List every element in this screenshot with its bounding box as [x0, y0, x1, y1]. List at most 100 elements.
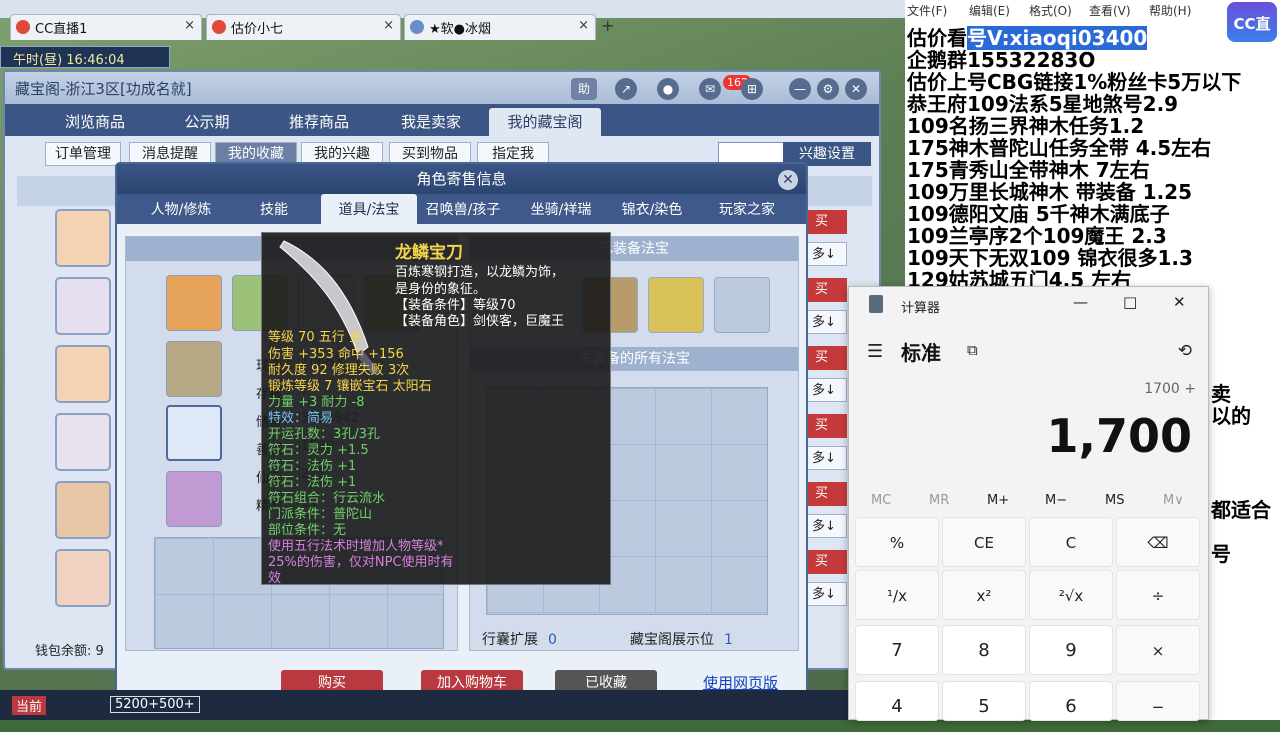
tab-pets[interactable]: 召唤兽/孩子: [417, 194, 509, 224]
memory-store-button[interactable]: MS: [1105, 493, 1124, 508]
memory-recall-button[interactable]: MR: [929, 493, 949, 508]
equipment-slot[interactable]: [166, 341, 222, 397]
settings-icon[interactable]: ⚙: [817, 78, 839, 100]
clear-entry-key[interactable]: CE: [942, 517, 1026, 567]
magic-slot[interactable]: [714, 277, 770, 333]
equipment-slot-selected[interactable]: [166, 405, 222, 461]
avatar[interactable]: [55, 413, 111, 471]
menu-edit[interactable]: 编辑(E): [969, 2, 1010, 19]
row-buy-button[interactable]: 买: [807, 414, 847, 438]
item-skill: 25%的伤害，仅对NPC使用时有: [268, 555, 454, 570]
current-status[interactable]: 当前: [12, 696, 47, 715]
square-key[interactable]: x²: [942, 570, 1026, 620]
digit-7-key[interactable]: 7: [855, 625, 939, 675]
tab-character[interactable]: 人物/修炼: [131, 194, 231, 224]
nav-public[interactable]: 公示期: [151, 108, 263, 136]
note-fragment[interactable]: 号: [1211, 538, 1231, 567]
tab-skills[interactable]: 技能: [231, 194, 317, 224]
close-icon[interactable]: ×: [578, 18, 589, 33]
clear-key[interactable]: C: [1029, 517, 1113, 567]
row-more-dropdown[interactable]: 多↓: [807, 378, 847, 402]
sqrt-key[interactable]: ²√x: [1029, 570, 1113, 620]
tab-items[interactable]: 道具/法宝: [321, 194, 417, 224]
memory-add-button[interactable]: M+: [987, 493, 1009, 508]
avatar[interactable]: [55, 481, 111, 539]
row-buy-button[interactable]: 买: [807, 210, 847, 234]
tab-mounts[interactable]: 坐骑/祥瑞: [511, 194, 611, 224]
row-buy-button[interactable]: 买: [807, 482, 847, 506]
equipment-slot[interactable]: [166, 471, 222, 527]
minimize-icon[interactable]: —: [789, 78, 811, 100]
menu-help[interactable]: 帮助(H): [1149, 2, 1191, 19]
browser-tab-estimate[interactable]: 估价小七 ×: [206, 14, 401, 40]
maximize-button[interactable]: □: [1123, 293, 1137, 311]
display-slots: 藏宝阁展示位 1: [630, 629, 733, 649]
avatar[interactable]: [55, 345, 111, 403]
menu-format[interactable]: 格式(O): [1029, 2, 1072, 19]
taskbar-value: 5200+500+: [110, 696, 200, 713]
browser-tab-cc[interactable]: CC直播1 ×: [10, 14, 202, 40]
tab-label: ★软●冰烟: [429, 22, 491, 37]
nav-recommend[interactable]: 推荐商品: [263, 108, 375, 136]
nav-my-cbg[interactable]: 我的藏宝阁: [489, 108, 601, 136]
help-button[interactable]: 助: [571, 78, 597, 100]
digit-6-key[interactable]: 6: [1029, 681, 1113, 721]
tab-outfits[interactable]: 锦衣/染色: [611, 194, 693, 224]
digit-9-key[interactable]: 9: [1029, 625, 1113, 675]
equipment-slot[interactable]: [166, 275, 222, 331]
close-icon[interactable]: ×: [383, 18, 394, 33]
expand-value: 0: [548, 632, 557, 648]
row-more-dropdown[interactable]: 多↓: [807, 446, 847, 470]
menu-file[interactable]: 文件(F): [907, 2, 947, 19]
note-fragment[interactable]: 以的: [1211, 400, 1251, 429]
digit-4-key[interactable]: 4: [855, 681, 939, 721]
tab-home[interactable]: 玩家之家: [699, 194, 795, 224]
close-icon[interactable]: ✕: [778, 170, 798, 190]
keep-on-top-icon[interactable]: ⧉: [967, 341, 978, 359]
subnav-orders[interactable]: 订单管理: [45, 142, 121, 166]
row-buy-button[interactable]: 买: [807, 278, 847, 302]
cart-icon[interactable]: ⊞: [741, 78, 763, 100]
nav-seller[interactable]: 我是卖家: [375, 108, 487, 136]
minus-key[interactable]: −: [1116, 681, 1200, 721]
display-label: 藏宝阁展示位: [630, 632, 714, 648]
percent-key[interactable]: %: [855, 517, 939, 567]
history-icon[interactable]: ⟲: [1178, 341, 1192, 361]
backspace-key[interactable]: ⌫: [1116, 517, 1200, 567]
minimize-button[interactable]: —: [1073, 293, 1088, 311]
calculator-title: 计算器: [901, 301, 941, 316]
note-fragment[interactable]: 都适合: [1211, 494, 1271, 523]
digit-8-key[interactable]: 8: [942, 625, 1026, 675]
row-buy-button[interactable]: 买: [807, 550, 847, 574]
menu-view[interactable]: 查看(V): [1089, 2, 1131, 19]
browser-tab-ice[interactable]: ★软●冰烟 ×: [404, 14, 596, 40]
tab-label: 估价小七: [231, 22, 284, 37]
stop-icon[interactable]: ●: [657, 78, 679, 100]
magic-slot[interactable]: [648, 277, 704, 333]
close-icon[interactable]: ×: [184, 18, 195, 33]
row-more-dropdown[interactable]: 多↓: [807, 582, 847, 606]
digit-5-key[interactable]: 5: [942, 681, 1026, 721]
reciprocal-key[interactable]: ¹/x: [855, 570, 939, 620]
close-icon[interactable]: ✕: [845, 78, 867, 100]
calculator-expression: 1700 +: [1144, 381, 1196, 397]
avatar[interactable]: [55, 549, 111, 607]
memory-subtract-button[interactable]: M−: [1045, 493, 1067, 508]
memory-list-button[interactable]: M∨: [1163, 493, 1184, 508]
row-more-dropdown[interactable]: 多↓: [807, 242, 847, 266]
memory-clear-button[interactable]: MC: [871, 493, 891, 508]
row-more-dropdown[interactable]: 多↓: [807, 514, 847, 538]
share-icon[interactable]: ↗: [615, 78, 637, 100]
close-button[interactable]: ✕: [1173, 293, 1186, 311]
divide-key[interactable]: ÷: [1116, 570, 1200, 620]
avatar[interactable]: [55, 209, 111, 267]
row-buy-button[interactable]: 买: [807, 346, 847, 370]
message-icon[interactable]: ✉: [699, 78, 721, 100]
multiply-key[interactable]: ×: [1116, 625, 1200, 675]
avatar[interactable]: [55, 277, 111, 335]
menu-icon[interactable]: ☰: [867, 341, 883, 362]
new-tab-button[interactable]: +: [601, 16, 614, 35]
row-more-dropdown[interactable]: 多↓: [807, 310, 847, 334]
nav-browse[interactable]: 浏览商品: [39, 108, 151, 136]
item-name: 龙鳞宝刀: [395, 243, 463, 263]
